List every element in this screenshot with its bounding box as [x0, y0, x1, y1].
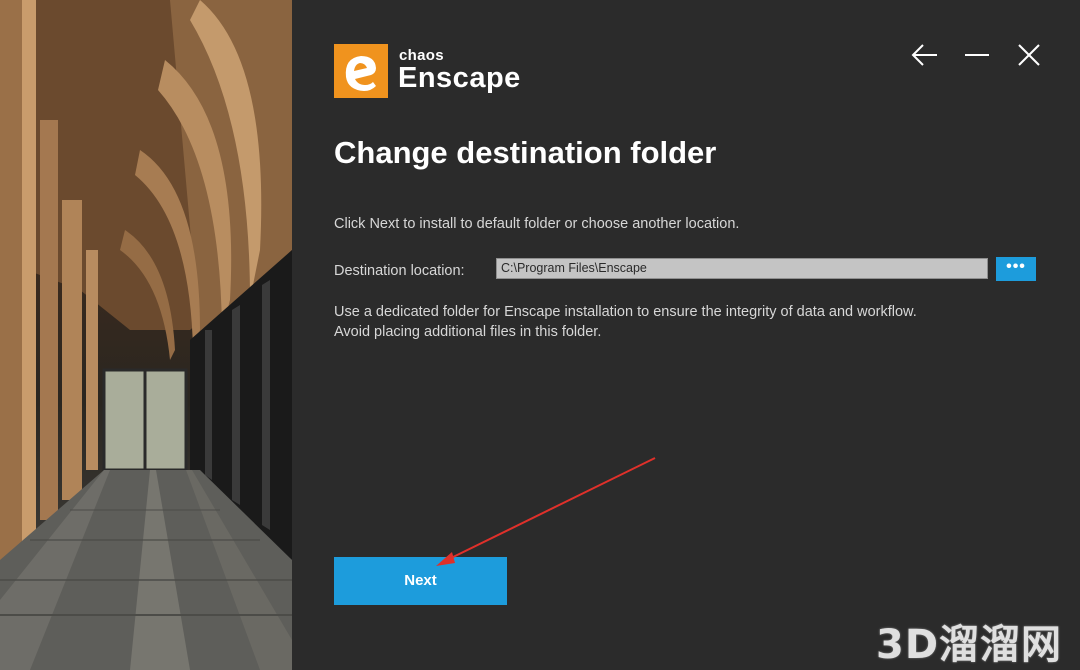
page-title: Change destination folder [334, 135, 717, 170]
brand-product-name: Enscape [398, 62, 521, 94]
instruction-text: Click Next to install to default folder … [334, 216, 740, 232]
folder-note: Use a dedicated folder for Enscape insta… [334, 302, 917, 342]
next-button[interactable]: Next [334, 557, 507, 605]
folder-note-line-1: Use a dedicated folder for Enscape insta… [334, 304, 917, 320]
hero-image [0, 0, 292, 670]
back-button[interactable] [910, 40, 940, 70]
back-icon [911, 44, 937, 66]
minimize-button[interactable] [962, 40, 992, 70]
destination-path-input[interactable] [496, 258, 988, 279]
browse-button[interactable]: ••• [996, 257, 1036, 281]
enscape-logo-icon [334, 44, 388, 98]
folder-note-line-2: Avoid placing additional files in this f… [334, 324, 602, 340]
minimize-icon [965, 54, 989, 56]
destination-label: Destination location: [334, 263, 465, 279]
close-icon [1018, 44, 1040, 66]
watermark-logo: 3D溜溜网 [876, 622, 1063, 668]
close-button[interactable] [1014, 40, 1044, 70]
